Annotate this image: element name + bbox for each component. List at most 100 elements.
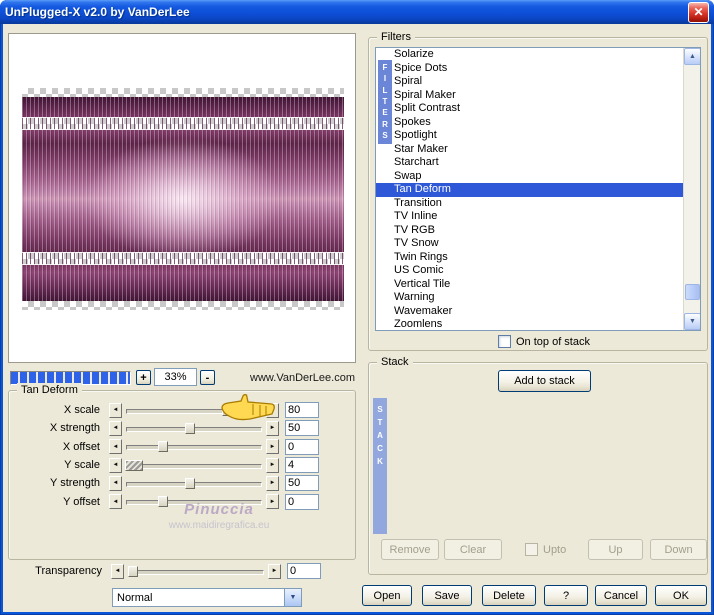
slider-track[interactable] xyxy=(126,421,262,436)
zoom-level-display[interactable]: 33% xyxy=(154,368,197,386)
slider-increment-button[interactable]: ► xyxy=(268,563,281,579)
blend-mode-select[interactable]: Normal ▼ xyxy=(112,588,302,607)
filter-item[interactable]: Split Contrast xyxy=(376,102,683,116)
up-button[interactable]: Up xyxy=(588,539,643,560)
scrollbar-thumb[interactable] xyxy=(685,284,700,300)
filter-item[interactable]: Transition xyxy=(376,197,683,211)
slider-value-input[interactable] xyxy=(285,457,319,474)
on-top-of-stack-option[interactable]: On top of stack xyxy=(498,335,590,348)
slider-increment-button[interactable]: ► xyxy=(266,457,279,473)
zoom-out-button[interactable]: - xyxy=(200,370,215,385)
window-title: UnPlugged-X v2.0 by VanDerLee xyxy=(5,5,190,19)
slider-value-input[interactable] xyxy=(285,420,319,437)
filter-item[interactable]: US Comic xyxy=(376,264,683,278)
filter-item[interactable]: Wavemaker xyxy=(376,305,683,319)
ok-button[interactable]: OK xyxy=(655,585,707,606)
filter-item[interactable]: Solarize xyxy=(376,48,683,62)
slider-thumb[interactable] xyxy=(184,477,195,489)
slider-thumb[interactable] xyxy=(125,459,144,471)
close-icon: ✕ xyxy=(693,5,704,19)
remove-button[interactable]: Remove xyxy=(381,539,439,560)
vendor-website-link[interactable]: www.VanDerLee.com xyxy=(217,372,355,384)
cancel-button[interactable]: Cancel xyxy=(595,585,647,606)
filter-item[interactable]: Spiral Maker xyxy=(376,89,683,103)
slider-increment-button[interactable]: ► xyxy=(266,439,279,455)
slider-track[interactable] xyxy=(125,458,262,473)
upto-checkbox[interactable] xyxy=(525,543,538,556)
filter-item[interactable]: Starchart xyxy=(376,156,683,170)
strip-letter: A xyxy=(377,431,383,440)
open-button[interactable]: Open xyxy=(362,585,412,606)
scrollbar-up-button[interactable]: ▲ xyxy=(684,48,700,65)
clear-button[interactable]: Clear xyxy=(444,539,502,560)
strip-letter: C xyxy=(377,444,383,453)
filter-item[interactable]: Spokes xyxy=(376,116,683,130)
filter-item[interactable]: Spiral xyxy=(376,75,683,89)
slider-increment-button[interactable]: ► xyxy=(266,420,279,436)
on-top-checkbox[interactable] xyxy=(498,335,511,348)
watermark-url: www.maidiregrafica.eu xyxy=(168,520,270,531)
on-top-label: On top of stack xyxy=(516,335,590,348)
strip-letter: K xyxy=(377,457,383,466)
slider-track[interactable] xyxy=(126,476,262,491)
slider-thumb[interactable] xyxy=(221,404,232,416)
down-button[interactable]: Down xyxy=(650,539,707,560)
add-to-stack-button[interactable]: Add to stack xyxy=(498,370,591,392)
slider-value-input[interactable] xyxy=(285,402,319,419)
strip-letter: I xyxy=(383,74,387,84)
slider-thumb[interactable] xyxy=(184,422,195,434)
filters-scrollbar[interactable]: ▲ ▼ xyxy=(683,48,700,330)
slider-rows: X scale ◄ ► X strength ◄ ► X offset ◄ ► Y scale ◄ ►… xyxy=(11,401,353,511)
filters-list-items: Solarize Spice Dots Spiral Spiral Maker Spli… xyxy=(376,48,683,330)
filters-list[interactable]: Solarize Spice Dots Spiral Spiral Maker Spli… xyxy=(375,47,701,331)
upto-option[interactable]: Upto xyxy=(525,543,566,556)
filter-item[interactable]: Star Maker xyxy=(376,143,683,157)
slider-decrement-button[interactable]: ◄ xyxy=(109,439,122,455)
slider-decrement-button[interactable]: ◄ xyxy=(109,420,122,436)
watermark-text: Pinuccia xyxy=(184,501,254,518)
slider-track[interactable] xyxy=(128,564,264,579)
slider-row: X strength ◄ ► xyxy=(11,419,353,437)
combo-dropdown-button[interactable]: ▼ xyxy=(284,589,301,606)
scrollbar-down-button[interactable]: ▼ xyxy=(684,313,700,330)
filter-item[interactable]: Spice Dots xyxy=(376,62,683,76)
strip-letter: L xyxy=(382,85,388,95)
slider-decrement-button[interactable]: ◄ xyxy=(109,457,122,473)
filter-item[interactable]: TV Inline xyxy=(376,210,683,224)
filter-item[interactable]: Vertical Tile xyxy=(376,278,683,292)
slider-decrement-button[interactable]: ◄ xyxy=(109,475,122,491)
filter-item[interactable]: Tan Deform xyxy=(376,183,683,197)
slider-increment-button[interactable]: ► xyxy=(266,475,279,491)
filter-item[interactable]: Zoomlens xyxy=(376,318,683,330)
filter-item[interactable]: Twin Rings xyxy=(376,251,683,265)
slider-increment-button[interactable]: ► xyxy=(266,402,279,418)
slider-value-input[interactable] xyxy=(287,563,321,580)
slider-value-input[interactable] xyxy=(285,438,319,455)
filter-item[interactable]: Spotlight xyxy=(376,129,683,143)
blend-mode-value: Normal xyxy=(117,591,153,604)
filter-item[interactable]: Warning xyxy=(376,291,683,305)
slider-decrement-button[interactable]: ◄ xyxy=(109,402,122,418)
filter-item[interactable]: TV RGB xyxy=(376,224,683,238)
slider-thumb[interactable] xyxy=(128,565,139,577)
help-button[interactable]: ? xyxy=(544,585,588,606)
title-bar[interactable]: UnPlugged-X v2.0 by VanDerLee ✕ xyxy=(0,0,714,24)
slider-track[interactable] xyxy=(126,439,262,454)
strip-letter: S xyxy=(377,405,383,414)
transparency-checker-bottom xyxy=(22,301,344,310)
close-button[interactable]: ✕ xyxy=(688,1,709,23)
filter-item[interactable]: Swap xyxy=(376,170,683,184)
save-button[interactable]: Save xyxy=(422,585,472,606)
filters-group: Filters Solarize Spice Dots Spiral Spiral M… xyxy=(368,30,708,351)
slider-track[interactable] xyxy=(126,403,262,418)
zoom-in-button[interactable]: + xyxy=(136,370,151,385)
params-group-label: Tan Deform xyxy=(17,383,82,397)
preview-panel[interactable] xyxy=(8,33,356,363)
delete-button[interactable]: Delete xyxy=(482,585,536,606)
slider-value-input[interactable] xyxy=(285,475,319,492)
transparency-checker-top xyxy=(22,88,344,97)
filter-item[interactable]: TV Snow xyxy=(376,237,683,251)
slider-decrement-button[interactable]: ◄ xyxy=(111,563,124,579)
slider-thumb[interactable] xyxy=(157,441,168,453)
plugin-window: UnPlugged-X v2.0 by VanDerLee ✕ + 33% - … xyxy=(0,0,714,615)
